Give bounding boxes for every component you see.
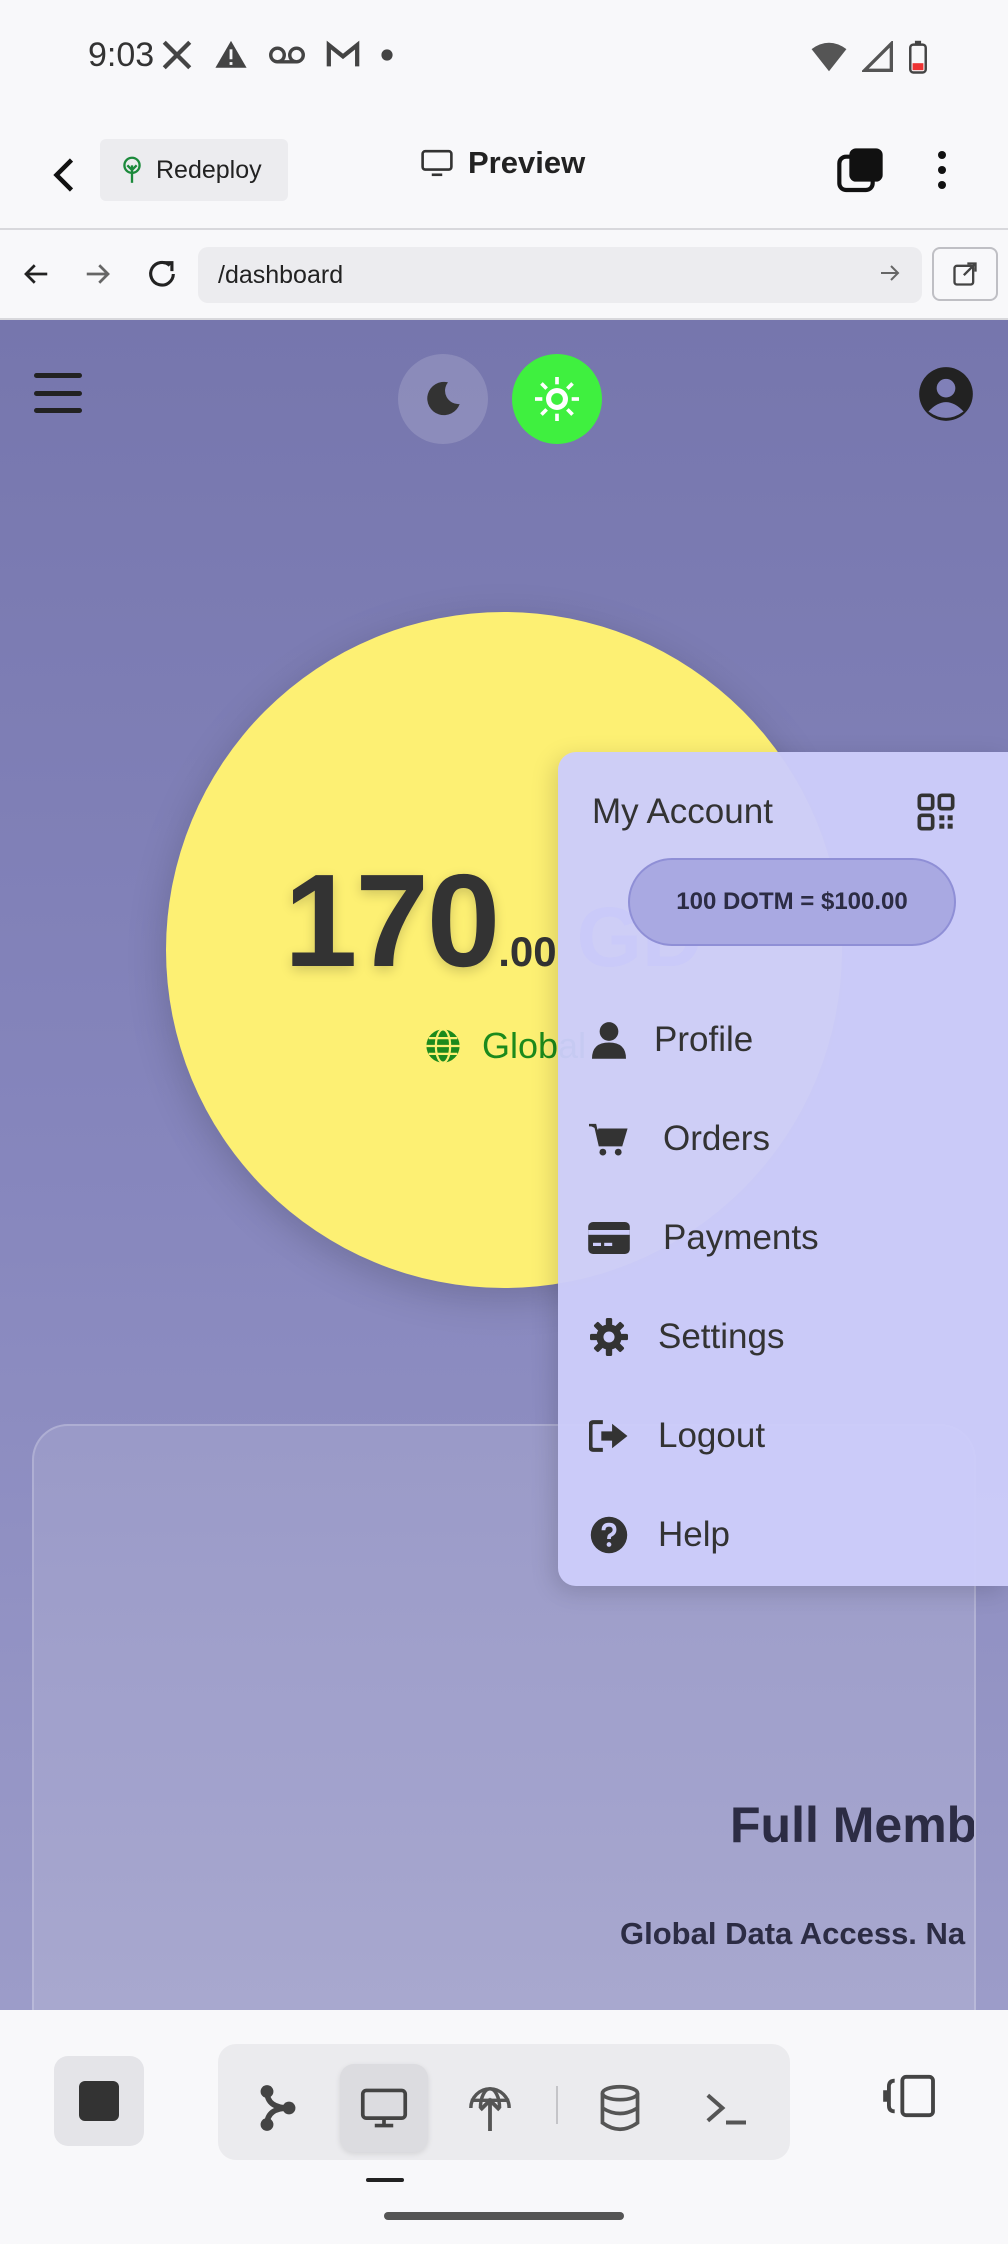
system-icons xyxy=(810,40,928,74)
more-options-button[interactable] xyxy=(924,145,960,195)
home-indicator[interactable] xyxy=(384,2212,624,2220)
redeploy-button[interactable]: Redeploy xyxy=(100,139,288,201)
menu-item-profile[interactable]: Profile xyxy=(558,1000,1008,1080)
light-mode-button[interactable] xyxy=(512,354,602,444)
wifi-icon xyxy=(811,42,847,72)
url-text: /dashboard xyxy=(218,261,344,289)
menu-item-logout[interactable]: Logout xyxy=(558,1396,1008,1476)
stop-icon xyxy=(79,2081,119,2121)
tool-preview-button[interactable] xyxy=(340,2064,428,2152)
moon-icon xyxy=(427,381,460,416)
card-subtitle: Global Data Access. Na xyxy=(620,1916,966,1951)
url-bar: /dashboard xyxy=(0,230,1008,320)
menu-item-label: Orders xyxy=(663,1119,770,1158)
globe-icon xyxy=(426,1028,460,1064)
cart-icon xyxy=(588,1118,630,1160)
web-content: 170 .00 GD Global Full Memb Global Data … xyxy=(0,320,1008,2010)
voicemail-icon xyxy=(269,46,305,64)
toolbar-divider xyxy=(556,2086,558,2124)
monitor-icon xyxy=(421,149,453,177)
menu-item-help[interactable]: Help xyxy=(558,1495,1008,1575)
gmail-icon xyxy=(326,40,360,67)
tool-agent-button[interactable] xyxy=(234,2064,322,2152)
x-app-icon xyxy=(162,40,192,70)
balance-integer: 170 xyxy=(284,847,500,994)
qr-code-button[interactable] xyxy=(916,792,956,832)
card-title: Full Memb xyxy=(730,1797,976,1853)
database-icon xyxy=(600,2084,640,2132)
menu-item-label: Help xyxy=(658,1515,730,1554)
menu-item-payments[interactable]: Payments xyxy=(558,1198,1008,1278)
dotm-rate-button[interactable]: 100 DOTM = $100.00 xyxy=(628,858,956,946)
preview-title: Preview xyxy=(420,145,585,181)
browser-forward-button[interactable] xyxy=(76,252,120,296)
open-external-button[interactable] xyxy=(932,247,998,301)
active-tool-indicator xyxy=(366,2178,404,2182)
status-time: 9:03 xyxy=(88,36,155,74)
signal-icon xyxy=(862,41,893,72)
arrow-right-icon xyxy=(86,264,110,284)
chevron-left-icon xyxy=(53,158,74,192)
arrow-left-icon xyxy=(24,264,48,284)
sun-icon xyxy=(535,377,579,421)
logout-icon xyxy=(588,1415,630,1457)
account-dropdown-menu: My Account 100 DOTM = $100.00 Profile Or… xyxy=(558,752,1008,1586)
tool-group xyxy=(218,2044,790,2160)
go-arrow-icon[interactable] xyxy=(878,261,902,285)
tabs-icon xyxy=(837,148,883,193)
help-icon xyxy=(588,1514,630,1556)
menu-item-label: Profile xyxy=(654,1020,754,1059)
external-link-icon xyxy=(953,262,977,286)
user-circle-icon xyxy=(919,367,973,421)
notification-icons xyxy=(160,38,394,72)
tool-deploy-button[interactable] xyxy=(446,2064,534,2152)
redeploy-label: Redeploy xyxy=(156,155,262,184)
url-input[interactable]: /dashboard xyxy=(198,247,922,303)
battery-icon xyxy=(909,40,927,74)
status-bar: 9:03 xyxy=(0,0,1008,115)
panel-toggle-button[interactable] xyxy=(870,2056,950,2136)
tool-database-button[interactable] xyxy=(576,2064,664,2152)
deploy-globe-icon xyxy=(469,2087,511,2131)
monitor-icon xyxy=(360,2088,408,2128)
menu-item-label: Settings xyxy=(658,1317,785,1356)
bottom-toolbar xyxy=(0,2010,1008,2244)
balance-decimal: .00 xyxy=(498,928,557,975)
gear-icon xyxy=(588,1316,630,1358)
warning-icon xyxy=(215,40,247,68)
branch-nodes-icon xyxy=(260,2085,296,2131)
menu-item-settings[interactable]: Settings xyxy=(558,1297,1008,1377)
credit-card-icon xyxy=(588,1217,630,1259)
qr-code-icon xyxy=(917,793,955,831)
browser-back-button[interactable] xyxy=(14,252,58,296)
menu-item-orders[interactable]: Orders xyxy=(558,1099,1008,1179)
hamburger-menu-button[interactable] xyxy=(34,373,82,413)
side-panel-icon xyxy=(883,2074,935,2118)
terminal-icon xyxy=(706,2093,746,2125)
dot-icon xyxy=(381,49,393,61)
tree-icon xyxy=(123,156,141,183)
user-icon xyxy=(588,1019,630,1061)
tool-terminal-button[interactable] xyxy=(682,2064,770,2152)
preview-label: Preview xyxy=(468,145,586,180)
menu-item-label: Logout xyxy=(658,1416,766,1455)
stop-button[interactable] xyxy=(54,2056,144,2146)
tabs-button[interactable] xyxy=(836,145,886,195)
dark-mode-button[interactable] xyxy=(398,354,488,444)
app-bar: Redeploy Preview xyxy=(0,115,1008,230)
account-avatar-button[interactable] xyxy=(918,366,974,422)
menu-title: My Account xyxy=(592,792,773,831)
reload-button[interactable] xyxy=(140,252,184,296)
back-button[interactable] xyxy=(40,151,88,199)
reload-icon xyxy=(149,260,175,287)
menu-item-label: Payments xyxy=(663,1218,819,1257)
